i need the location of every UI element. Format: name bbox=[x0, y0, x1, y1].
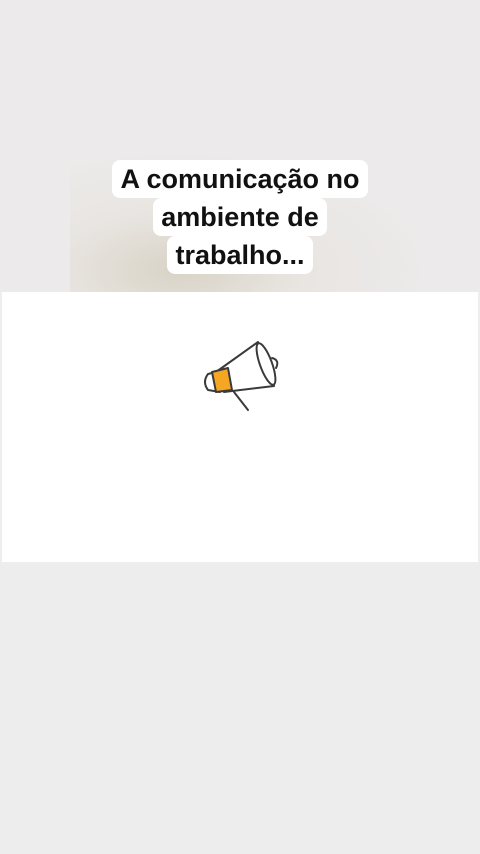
empty-area bbox=[0, 562, 480, 854]
caption-line-1: A comunicação no bbox=[112, 160, 368, 198]
caption-line-2: ambiente de bbox=[153, 198, 327, 236]
megaphone-icon bbox=[204, 341, 279, 411]
caption-line-3: trabalho... bbox=[167, 236, 313, 274]
video-caption: A comunicação no ambiente de trabalho... bbox=[0, 160, 480, 274]
illustration-card bbox=[2, 292, 478, 562]
